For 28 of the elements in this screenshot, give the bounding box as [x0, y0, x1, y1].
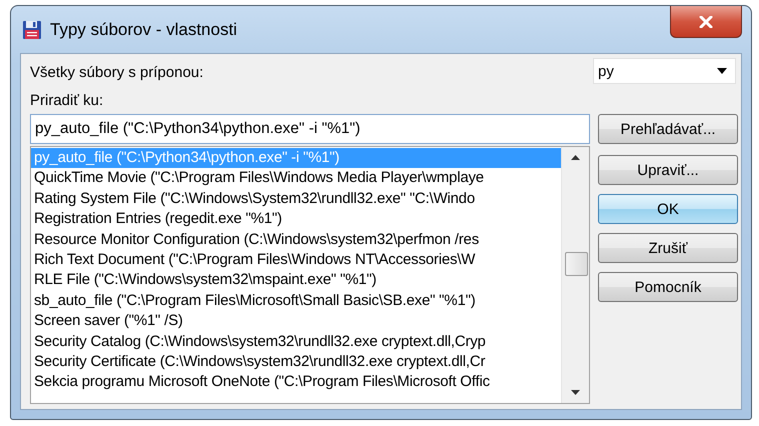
dialog-button[interactable]: OK — [598, 194, 738, 224]
dialog-button[interactable]: Pomocník — [598, 272, 738, 302]
file-type-item[interactable]: Resource Monitor Configuration (C:\Windows\system32\perfmon /res — [31, 230, 561, 250]
file-type-item[interactable]: Security Catalog (C:\Windows\system32\rundll32.exe cryptext.dll,Cryp — [31, 332, 561, 352]
file-type-item[interactable]: Registration Entries (regedit.exe "%1") — [31, 209, 561, 230]
assign-label: Priradiť ku: — [30, 92, 104, 111]
file-type-item[interactable]: sb_auto_file ("C:\Program Files\Microsoft\Small Basic\SB.exe" "%1") — [31, 290, 561, 312]
scroll-thumb[interactable] — [565, 252, 588, 276]
dialog-button[interactable]: Zrušiť — [598, 233, 738, 263]
extension-label: Všetky súbory s príponou: — [30, 64, 204, 81]
file-type-item[interactable]: Rich Text Document ("C:\Program Files\Windows NT\Accessories\W — [31, 250, 561, 270]
assign-field[interactable]: py_auto_file ("C:\Python34\python.exe" -i "%1") — [30, 114, 590, 144]
dialog-button[interactable]: Prehľadávať... — [598, 114, 738, 144]
file-type-item[interactable]: QuickTime Movie ("C:\Program Files\Windows Media Player\wmplaye — [31, 168, 561, 189]
scroll-up-icon — [571, 155, 580, 160]
extension-dropdown[interactable]: py — [593, 58, 736, 84]
close-icon — [699, 16, 713, 28]
scrollbar[interactable] — [561, 147, 589, 403]
file-type-item[interactable]: Rating System File ("C:\Windows\System32\rundll32.exe" "C:\Windo — [31, 188, 561, 210]
file-type-item[interactable]: Screen saver ("%1" /S) — [31, 311, 561, 332]
close-button[interactable] — [670, 6, 742, 38]
scroll-down-icon — [571, 390, 580, 395]
dropdown-arrow-icon — [717, 68, 727, 74]
file-type-item[interactable]: Sekcia programu Microsoft OneNote ("C:\Program Files\Microsoft Offic — [31, 372, 561, 393]
file-type-item[interactable]: Security Certificate (C:\Windows\system32\rundll32.exe cryptext.dll,Cr — [31, 352, 561, 372]
dialog-button[interactable]: Upraviť... — [598, 155, 738, 185]
file-type-item[interactable]: RLE File ("C:\Windows\system32\mspaint.exe" "%1") — [31, 270, 561, 291]
window-title: Typy súborov - vlastnosti — [50, 20, 238, 40]
